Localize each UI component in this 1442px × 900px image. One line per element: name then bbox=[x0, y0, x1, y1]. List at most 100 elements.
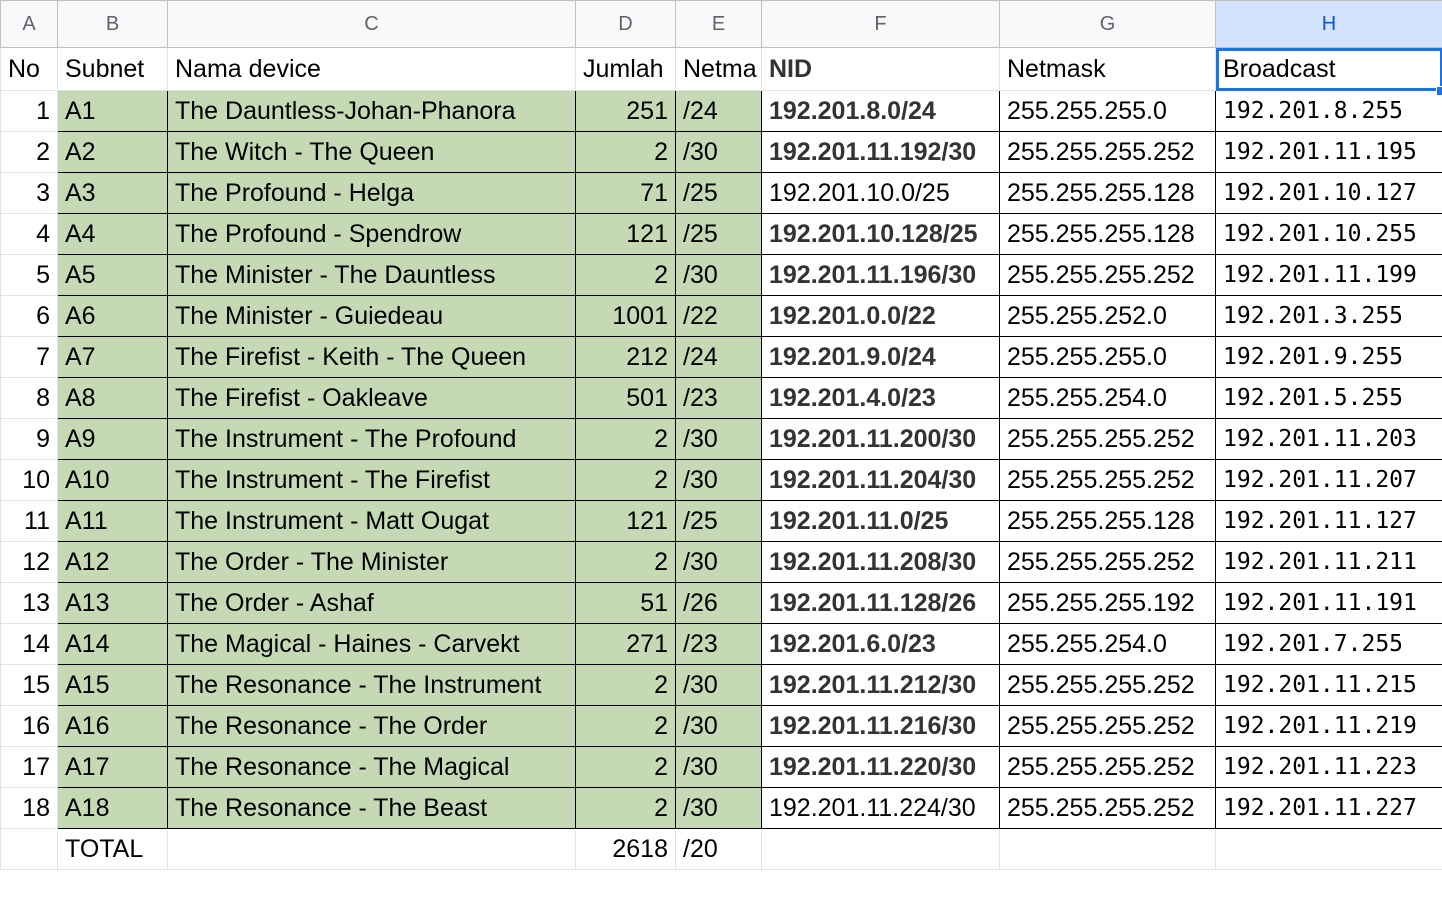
cell-prefix[interactable]: /24 bbox=[675, 90, 762, 132]
cell-prefix[interactable]: /22 bbox=[675, 295, 762, 337]
cell-no[interactable]: 4 bbox=[0, 213, 58, 255]
total-jumlah[interactable]: 2618 bbox=[575, 828, 676, 870]
cell-jumlah[interactable]: 2 bbox=[575, 705, 676, 747]
cell-netmask[interactable]: 255.255.255.252 bbox=[999, 459, 1216, 501]
cell-subnet[interactable]: A6 bbox=[57, 295, 168, 337]
cell-broadcast[interactable]: 192.201.10.255 bbox=[1215, 213, 1442, 255]
column-header-b[interactable]: B bbox=[57, 0, 168, 48]
cell-jumlah[interactable]: 2 bbox=[575, 541, 676, 583]
cell-nid[interactable]: 192.201.11.216/30 bbox=[761, 705, 1000, 747]
cell-broadcast[interactable]: 192.201.11.203 bbox=[1215, 418, 1442, 460]
cell-broadcast[interactable]: 192.201.11.199 bbox=[1215, 254, 1442, 296]
cell-netmask[interactable]: 255.255.252.0 bbox=[999, 295, 1216, 337]
cell-device[interactable]: The Instrument - The Profound bbox=[167, 418, 576, 460]
header-cell-netmask-short[interactable]: Netma bbox=[675, 47, 762, 91]
cell-subnet[interactable]: A8 bbox=[57, 377, 168, 419]
header-cell-broadcast[interactable]: Broadcast bbox=[1215, 47, 1442, 91]
header-cell-no[interactable]: No bbox=[0, 47, 58, 91]
cell-jumlah[interactable]: 2 bbox=[575, 787, 676, 829]
cell-nid[interactable]: 192.201.11.220/30 bbox=[761, 746, 1000, 788]
cell-jumlah[interactable]: 2 bbox=[575, 746, 676, 788]
cell-netmask[interactable]: 255.255.255.252 bbox=[999, 418, 1216, 460]
cell-nid[interactable]: 192.201.0.0/22 bbox=[761, 295, 1000, 337]
cell-jumlah[interactable]: 501 bbox=[575, 377, 676, 419]
cell-subnet[interactable]: A4 bbox=[57, 213, 168, 255]
cell-prefix[interactable]: /30 bbox=[675, 746, 762, 788]
cell-jumlah[interactable]: 51 bbox=[575, 582, 676, 624]
cell-nid[interactable]: 192.201.11.204/30 bbox=[761, 459, 1000, 501]
cell-subnet[interactable]: A1 bbox=[57, 90, 168, 132]
cell-no[interactable]: 11 bbox=[0, 500, 58, 542]
cell-broadcast[interactable]: 192.201.5.255 bbox=[1215, 377, 1442, 419]
cell-nid[interactable]: 192.201.11.0/25 bbox=[761, 500, 1000, 542]
cell-netmask[interactable]: 255.255.255.192 bbox=[999, 582, 1216, 624]
cell-device[interactable]: The Minister - Guiedeau bbox=[167, 295, 576, 337]
cell-netmask[interactable]: 255.255.255.0 bbox=[999, 336, 1216, 378]
cell-jumlah[interactable]: 121 bbox=[575, 213, 676, 255]
cell-netmask[interactable]: 255.255.255.128 bbox=[999, 172, 1216, 214]
cell-jumlah[interactable]: 2 bbox=[575, 664, 676, 706]
cell-prefix[interactable]: /23 bbox=[675, 623, 762, 665]
cell-device[interactable]: The Instrument - The Firefist bbox=[167, 459, 576, 501]
fill-handle[interactable] bbox=[1435, 85, 1442, 96]
cell-no[interactable]: 9 bbox=[0, 418, 58, 460]
cell-no[interactable]: 10 bbox=[0, 459, 58, 501]
cell-prefix[interactable]: /30 bbox=[675, 131, 762, 173]
cell-nid[interactable]: 192.201.11.128/26 bbox=[761, 582, 1000, 624]
cell-nid[interactable]: 192.201.9.0/24 bbox=[761, 336, 1000, 378]
total-label[interactable]: TOTAL bbox=[57, 828, 168, 870]
column-header-f[interactable]: F bbox=[761, 0, 1000, 48]
total-cell-g[interactable] bbox=[999, 828, 1216, 870]
cell-device[interactable]: The Firefist - Oakleave bbox=[167, 377, 576, 419]
cell-broadcast[interactable]: 192.201.9.255 bbox=[1215, 336, 1442, 378]
cell-device[interactable]: The Witch - The Queen bbox=[167, 131, 576, 173]
cell-netmask[interactable]: 255.255.254.0 bbox=[999, 623, 1216, 665]
cell-device[interactable]: The Resonance - The Beast bbox=[167, 787, 576, 829]
cell-device[interactable]: The Dauntless-Johan-Phanora bbox=[167, 90, 576, 132]
cell-jumlah[interactable]: 2 bbox=[575, 254, 676, 296]
column-header-c[interactable]: C bbox=[167, 0, 576, 48]
cell-broadcast[interactable]: 192.201.11.223 bbox=[1215, 746, 1442, 788]
cell-netmask[interactable]: 255.255.255.0 bbox=[999, 90, 1216, 132]
cell-no[interactable]: 12 bbox=[0, 541, 58, 583]
header-cell-subnet[interactable]: Subnet bbox=[57, 47, 168, 91]
total-cell-c[interactable] bbox=[167, 828, 576, 870]
cell-device[interactable]: The Resonance - The Magical bbox=[167, 746, 576, 788]
cell-nid[interactable]: 192.201.6.0/23 bbox=[761, 623, 1000, 665]
cell-nid[interactable]: 192.201.8.0/24 bbox=[761, 90, 1000, 132]
cell-netmask[interactable]: 255.255.255.128 bbox=[999, 500, 1216, 542]
cell-nid[interactable]: 192.201.11.212/30 bbox=[761, 664, 1000, 706]
cell-prefix[interactable]: /30 bbox=[675, 664, 762, 706]
cell-subnet[interactable]: A2 bbox=[57, 131, 168, 173]
cell-prefix[interactable]: /30 bbox=[675, 254, 762, 296]
header-cell-netmask[interactable]: Netmask bbox=[999, 47, 1216, 91]
cell-broadcast[interactable]: 192.201.11.127 bbox=[1215, 500, 1442, 542]
cell-broadcast[interactable]: 192.201.11.215 bbox=[1215, 664, 1442, 706]
cell-broadcast[interactable]: 192.201.11.191 bbox=[1215, 582, 1442, 624]
cell-subnet[interactable]: A13 bbox=[57, 582, 168, 624]
cell-subnet[interactable]: A12 bbox=[57, 541, 168, 583]
cell-no[interactable]: 13 bbox=[0, 582, 58, 624]
cell-netmask[interactable]: 255.255.255.252 bbox=[999, 131, 1216, 173]
cell-device[interactable]: The Order - Ashaf bbox=[167, 582, 576, 624]
cell-jumlah[interactable]: 2 bbox=[575, 459, 676, 501]
column-header-d[interactable]: D bbox=[575, 0, 676, 48]
cell-netmask[interactable]: 255.255.255.128 bbox=[999, 213, 1216, 255]
total-cell-h[interactable] bbox=[1215, 828, 1442, 870]
cell-subnet[interactable]: A15 bbox=[57, 664, 168, 706]
cell-broadcast[interactable]: 192.201.11.207 bbox=[1215, 459, 1442, 501]
cell-broadcast[interactable]: 192.201.10.127 bbox=[1215, 172, 1442, 214]
cell-no[interactable]: 5 bbox=[0, 254, 58, 296]
cell-broadcast[interactable]: 192.201.11.211 bbox=[1215, 541, 1442, 583]
cell-jumlah[interactable]: 2 bbox=[575, 418, 676, 460]
cell-jumlah[interactable]: 121 bbox=[575, 500, 676, 542]
cell-subnet[interactable]: A7 bbox=[57, 336, 168, 378]
cell-broadcast[interactable]: 192.201.7.255 bbox=[1215, 623, 1442, 665]
header-cell-device[interactable]: Nama device bbox=[167, 47, 576, 91]
cell-no[interactable]: 1 bbox=[0, 90, 58, 132]
header-cell-nid[interactable]: NID bbox=[761, 47, 1000, 91]
cell-nid[interactable]: 192.201.11.208/30 bbox=[761, 541, 1000, 583]
column-header-g[interactable]: G bbox=[999, 0, 1216, 48]
cell-subnet[interactable]: A3 bbox=[57, 172, 168, 214]
header-cell-jumlah[interactable]: Jumlah bbox=[575, 47, 676, 91]
